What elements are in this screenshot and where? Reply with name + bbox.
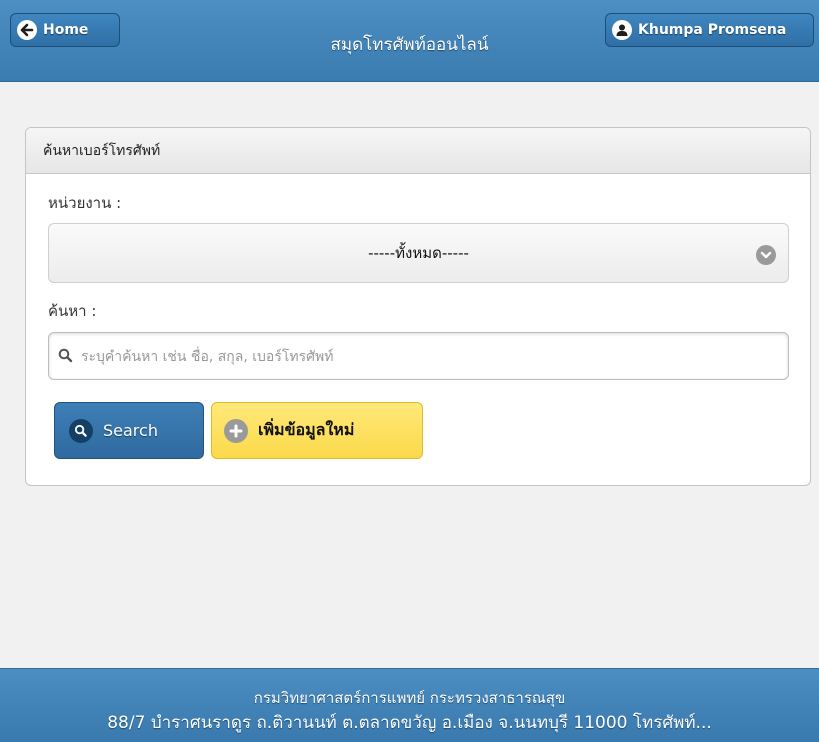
footer-address: 88/7 บำราศนราดูร ถ.ติวานนท์ ต.ตลาดขวัญ อ…	[107, 713, 712, 733]
user-account-button[interactable]: Khumpa Promsena	[605, 13, 814, 47]
search-input[interactable]	[79, 333, 783, 381]
add-entry-button[interactable]: เพิ่มข้อมูลใหม่	[211, 402, 423, 459]
footer-organization: กรมวิทยาศาสตร์การแพทย์ กระทรวงสาธารณสุข	[253, 689, 566, 707]
search-field	[48, 332, 789, 381]
user-icon	[612, 20, 632, 40]
header-bar: Home สมุดโทรศัพท์ออนไลน์ Khumpa Promsena	[0, 0, 819, 82]
chevron-down-icon	[756, 245, 776, 265]
page: Home สมุดโทรศัพท์ออนไลน์ Khumpa Promsena…	[0, 0, 819, 742]
unit-select[interactable]: -----ทั้งหมด-----	[48, 223, 789, 283]
user-name: Khumpa Promsena	[638, 22, 787, 38]
search-button[interactable]: Search	[54, 402, 204, 459]
unit-label: หน่วยงาน :	[48, 194, 122, 212]
search-icon	[69, 418, 93, 443]
search-icon	[58, 348, 73, 367]
panel-heading: ค้นหาเบอร์โทรศัพท์	[26, 128, 810, 174]
footer-bar: กรมวิทยาศาสตร์การแพทย์ กระทรวงสาธารณสุข …	[0, 668, 819, 742]
search-button-label: Search	[103, 421, 158, 440]
plus-icon	[224, 418, 248, 443]
search-panel: ค้นหาเบอร์โทรศัพท์ หน่วยงาน : -----ทั้งห…	[25, 127, 811, 486]
add-entry-label: เพิ่มข้อมูลใหม่	[258, 420, 355, 439]
unit-selected-value: -----ทั้งหมด-----	[368, 244, 469, 262]
search-label: ค้นหา :	[48, 302, 97, 320]
